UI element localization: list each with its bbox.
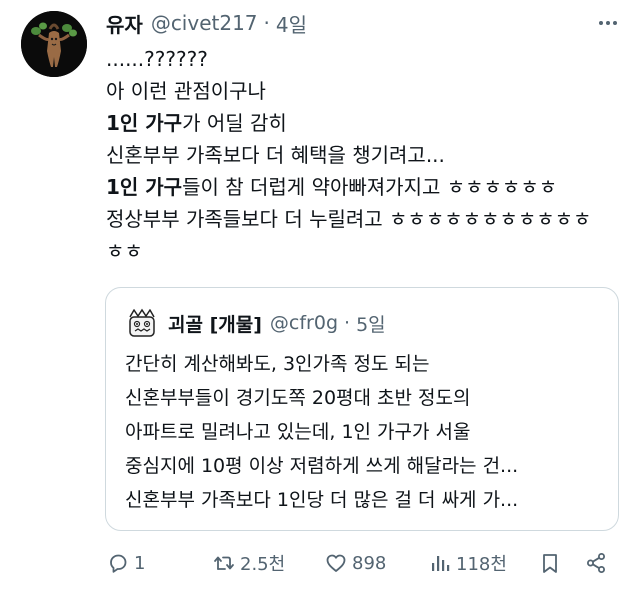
- cartoon-face-icon: [125, 307, 159, 341]
- tweet-line: 아 이런 관점이구나: [106, 79, 266, 103]
- quoted-user-handle[interactable]: @cfr0g: [270, 312, 338, 334]
- tweet-card: 유자 @civet217 · 4일 ......?????? 아 이런 관점이구…: [0, 0, 640, 593]
- quoted-line: 아파트로 밀려나고 있는데, 1인 가구가 서울: [125, 421, 471, 443]
- quoted-tweet-text: 간단히 계산해봐도, 3인가족 정도 되는 신혼부부들이 경기도쪽 20평대 초…: [125, 347, 605, 517]
- mandrake-doll-icon: [21, 11, 87, 77]
- quoted-tweet[interactable]: 괴골 [개물] @cfr0g · 5일 간단히 계산해봐도, 3인가족 정도 되…: [105, 287, 619, 531]
- tweet-line: ㅎㅎ: [106, 239, 143, 263]
- reply-button[interactable]: 1: [106, 548, 145, 578]
- separator-dot: ·: [344, 312, 351, 334]
- tweet-line: 1인 가구가 어딜 감히: [106, 111, 287, 135]
- quoted-tweet-header: 괴골 [개물] @cfr0g · 5일: [168, 309, 386, 337]
- more-button[interactable]: [596, 13, 620, 33]
- retweet-count: 2.5천: [240, 554, 286, 575]
- tweet-line: 신혼부부 가족보다 더 혜택을 챙기려고...: [106, 143, 445, 167]
- views-button[interactable]: 118천: [428, 548, 507, 578]
- quoted-line: 신혼부부 가족보다 1인당 더 많은 걸 더 싸게 가...: [125, 489, 519, 511]
- like-count: 898: [352, 552, 387, 574]
- quoted-line: 신혼부부들이 경기도쪽 20평대 초반 정도의: [125, 387, 471, 409]
- quoted-tweet-time[interactable]: 5일: [356, 310, 386, 337]
- user-avatar[interactable]: [21, 11, 87, 77]
- quoted-line: 간단히 계산해봐도, 3인가족 정도 되는: [125, 353, 430, 375]
- quoted-user-avatar[interactable]: [125, 307, 159, 341]
- tweet-line: 1인 가구들이 참 더럽게 약아빠져가지고 ㅎㅎㅎㅎㅎㅎ: [106, 175, 558, 199]
- display-name[interactable]: 유자: [106, 9, 143, 38]
- bold-text: 1인 가구: [106, 175, 183, 199]
- bold-text: 1인 가구: [106, 111, 183, 135]
- views-icon: [432, 556, 450, 571]
- more-icon: [599, 21, 617, 25]
- tweet-time[interactable]: 4일: [276, 9, 307, 38]
- like-button[interactable]: 898: [324, 548, 386, 578]
- tweet-header: 유자 @civet217 · 4일: [106, 9, 307, 37]
- heart-icon: [326, 554, 346, 572]
- tweet-line: 정상부부 가족들보다 더 누릴려고 ㅎㅎㅎㅎㅎㅎㅎㅎㅎㅎㅎ: [106, 207, 592, 231]
- action-bar: 1 2.5천 898 118천: [100, 548, 620, 578]
- tweet-text: ......?????? 아 이런 관점이구나 1인 가구가 어딜 감히 신혼부…: [106, 43, 626, 267]
- views-count: 118천: [456, 554, 507, 575]
- retweet-button[interactable]: 2.5천: [212, 548, 285, 578]
- share-icon: [587, 553, 605, 573]
- user-handle[interactable]: @civet217: [151, 11, 258, 35]
- reply-icon: [110, 554, 127, 573]
- separator-dot: ·: [263, 11, 270, 35]
- retweet-icon: [214, 556, 234, 570]
- bookmark-button[interactable]: [538, 548, 562, 578]
- reply-count: 1: [134, 552, 146, 574]
- quoted-line: 중심지에 10평 이상 저렴하게 쓰게 해달라는 건...: [125, 455, 519, 477]
- tweet-line: ......??????: [106, 47, 208, 71]
- bookmark-icon: [543, 554, 557, 573]
- share-button[interactable]: [584, 548, 608, 578]
- quoted-display-name[interactable]: 괴골 [개물]: [168, 310, 262, 337]
